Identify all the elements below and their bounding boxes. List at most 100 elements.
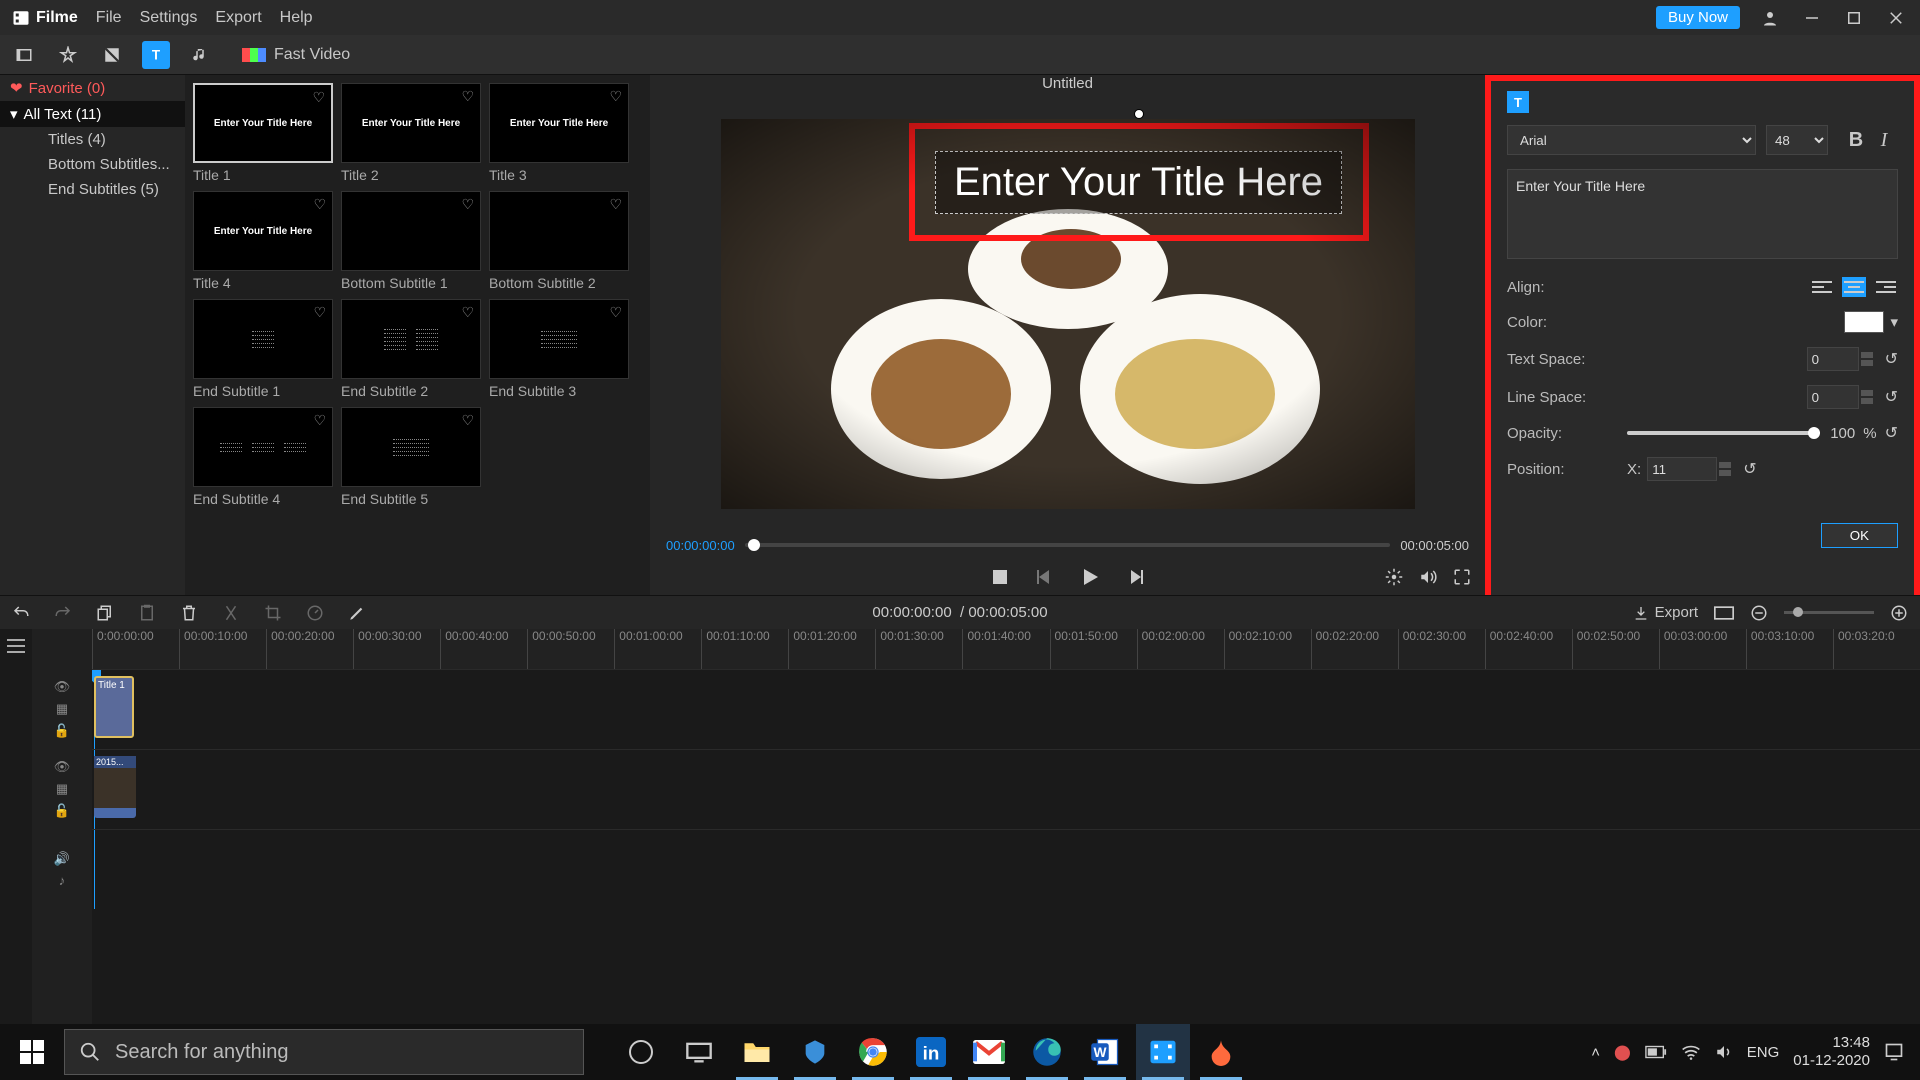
transitions-tab-icon[interactable] (98, 41, 126, 69)
rotation-handle[interactable] (1134, 109, 1144, 119)
favorite-icon[interactable]: ♡ (609, 304, 622, 321)
menu-export[interactable]: Export (215, 9, 261, 27)
play-button[interactable] (1079, 566, 1101, 588)
settings-icon[interactable] (1385, 568, 1403, 586)
color-dropdown-icon[interactable]: ▾ (1890, 313, 1898, 331)
line-space-reset-icon[interactable]: ↺ (1885, 387, 1898, 407)
template-thumb[interactable]: ♡Enter Your Title HereTitle 2 (341, 83, 481, 183)
favorite-icon[interactable]: ♡ (461, 196, 474, 213)
favorite-icon[interactable]: ♡ (609, 88, 622, 105)
filme-taskbar-icon[interactable] (1136, 1024, 1190, 1080)
timeline-ruler[interactable]: 0:00:00:0000:00:10:0000:00:20:0000:00:30… (92, 629, 1920, 669)
text-space-input[interactable] (1807, 347, 1859, 371)
tray-chevron-icon[interactable]: ˄ (1591, 1044, 1600, 1061)
text-space-reset-icon[interactable]: ↺ (1885, 349, 1898, 369)
paint3d-icon[interactable] (1194, 1024, 1248, 1080)
zoom-slider-handle[interactable] (1793, 607, 1803, 617)
align-left-button[interactable] (1810, 277, 1834, 297)
sidebar-all-text[interactable]: ▾ All Text (11) (0, 101, 185, 127)
template-thumb[interactable]: ♡End Subtitle 5 (341, 407, 481, 507)
delete-button[interactable] (180, 604, 198, 622)
menu-help[interactable]: Help (280, 9, 313, 27)
favorite-icon[interactable]: ♡ (313, 196, 326, 213)
favorite-icon[interactable]: ♡ (609, 196, 622, 213)
video-track[interactable]: 2015... (92, 749, 1920, 829)
lock-icon[interactable]: 🔓 (54, 723, 70, 739)
prev-frame-button[interactable] (1035, 568, 1053, 586)
next-frame-button[interactable] (1127, 568, 1145, 586)
word-icon[interactable]: W (1078, 1024, 1132, 1080)
copy-button[interactable] (96, 604, 114, 622)
pos-x-input[interactable] (1647, 457, 1717, 481)
tray-volume-icon[interactable] (1715, 1043, 1733, 1061)
chrome-icon[interactable] (846, 1024, 900, 1080)
buy-now-button[interactable]: Buy Now (1656, 6, 1740, 29)
tray-security-icon[interactable]: ⬤ (1614, 1043, 1631, 1061)
text-tab-icon[interactable]: T (142, 41, 170, 69)
scrub-head[interactable] (748, 539, 760, 551)
linkedin-icon[interactable]: in (904, 1024, 958, 1080)
template-thumb[interactable]: ♡End Subtitle 4 (193, 407, 333, 507)
favorite-icon[interactable]: ♡ (313, 412, 326, 429)
position-reset-icon[interactable]: ↺ (1743, 459, 1756, 479)
video-preview-area[interactable]: Enter Your Title Here (650, 97, 1485, 531)
favorite-icon[interactable]: ♡ (312, 89, 325, 106)
bold-button[interactable]: B (1842, 129, 1870, 152)
template-thumb[interactable]: ♡End Subtitle 3 (489, 299, 629, 399)
timeline-menu-icon[interactable] (0, 629, 32, 1024)
pos-x-spinner[interactable] (1719, 462, 1731, 476)
assistant-icon[interactable] (788, 1024, 842, 1080)
redo-button[interactable] (54, 604, 72, 622)
edge-icon[interactable] (1020, 1024, 1074, 1080)
zoom-slider[interactable] (1784, 611, 1874, 614)
title-overlay-selection[interactable]: Enter Your Title Here (909, 123, 1369, 241)
fullscreen-icon[interactable] (1453, 568, 1471, 586)
template-thumb[interactable]: ♡Enter Your Title HereTitle 1 (193, 83, 333, 183)
cortana-icon[interactable] (614, 1024, 668, 1080)
close-button[interactable] (1884, 6, 1908, 30)
taskbar-search[interactable]: Search for anything (64, 1029, 584, 1075)
template-thumb[interactable]: ♡Enter Your Title HereTitle 4 (193, 191, 333, 291)
notifications-icon[interactable] (1884, 1042, 1904, 1062)
sidebar-end-subtitles[interactable]: End Subtitles (5) (0, 177, 185, 202)
template-thumb[interactable]: ♡Enter Your Title HereTitle 3 (489, 83, 629, 183)
fast-video-button[interactable]: Fast Video (242, 46, 350, 64)
line-space-spinner[interactable] (1861, 390, 1873, 404)
title-text-input[interactable]: Enter Your Title Here (1507, 169, 1898, 259)
split-button[interactable] (222, 604, 240, 622)
text-color-swatch[interactable] (1844, 311, 1884, 333)
paste-button[interactable] (138, 604, 156, 622)
eye-icon[interactable]: 👁 (54, 759, 71, 775)
start-button[interactable] (0, 1024, 64, 1080)
zoom-in-button[interactable] (1890, 604, 1908, 622)
font-size-select[interactable]: 48 (1766, 125, 1828, 155)
menu-settings[interactable]: Settings (140, 9, 198, 27)
favorite-icon[interactable]: ♡ (461, 88, 474, 105)
template-thumb[interactable]: ♡End Subtitle 1 (193, 299, 333, 399)
task-view-icon[interactable] (672, 1024, 726, 1080)
template-thumb[interactable]: ♡End Subtitle 2 (341, 299, 481, 399)
text-properties-tab-icon[interactable]: T (1507, 91, 1529, 113)
scrub-track[interactable] (745, 543, 1391, 547)
sidebar-favorite[interactable]: ❤ Favorite (0) (0, 75, 185, 101)
minimize-button[interactable] (1800, 6, 1824, 30)
zoom-out-button[interactable] (1750, 604, 1768, 622)
favorite-icon[interactable]: ♡ (461, 412, 474, 429)
lock-icon[interactable]: 🔓 (54, 803, 70, 819)
opacity-slider-handle[interactable] (1808, 427, 1820, 439)
align-center-button[interactable] (1842, 277, 1866, 297)
opacity-slider[interactable] (1627, 431, 1820, 435)
tray-language[interactable]: ENG (1747, 1044, 1780, 1061)
menu-file[interactable]: File (96, 9, 122, 27)
tray-clock[interactable]: 13:48 01-12-2020 (1793, 1034, 1870, 1070)
crop-button[interactable] (264, 604, 282, 622)
title-text-box[interactable]: Enter Your Title Here (935, 151, 1342, 214)
ok-button[interactable]: OK (1821, 523, 1898, 548)
favorite-icon[interactable]: ♡ (461, 304, 474, 321)
tray-wifi-icon[interactable] (1681, 1044, 1701, 1060)
speed-button[interactable] (306, 604, 324, 622)
tray-battery-icon[interactable] (1645, 1045, 1667, 1059)
video-clip[interactable]: 2015... (94, 756, 136, 818)
export-button[interactable]: Export (1633, 604, 1698, 621)
edit-button[interactable] (348, 604, 366, 622)
